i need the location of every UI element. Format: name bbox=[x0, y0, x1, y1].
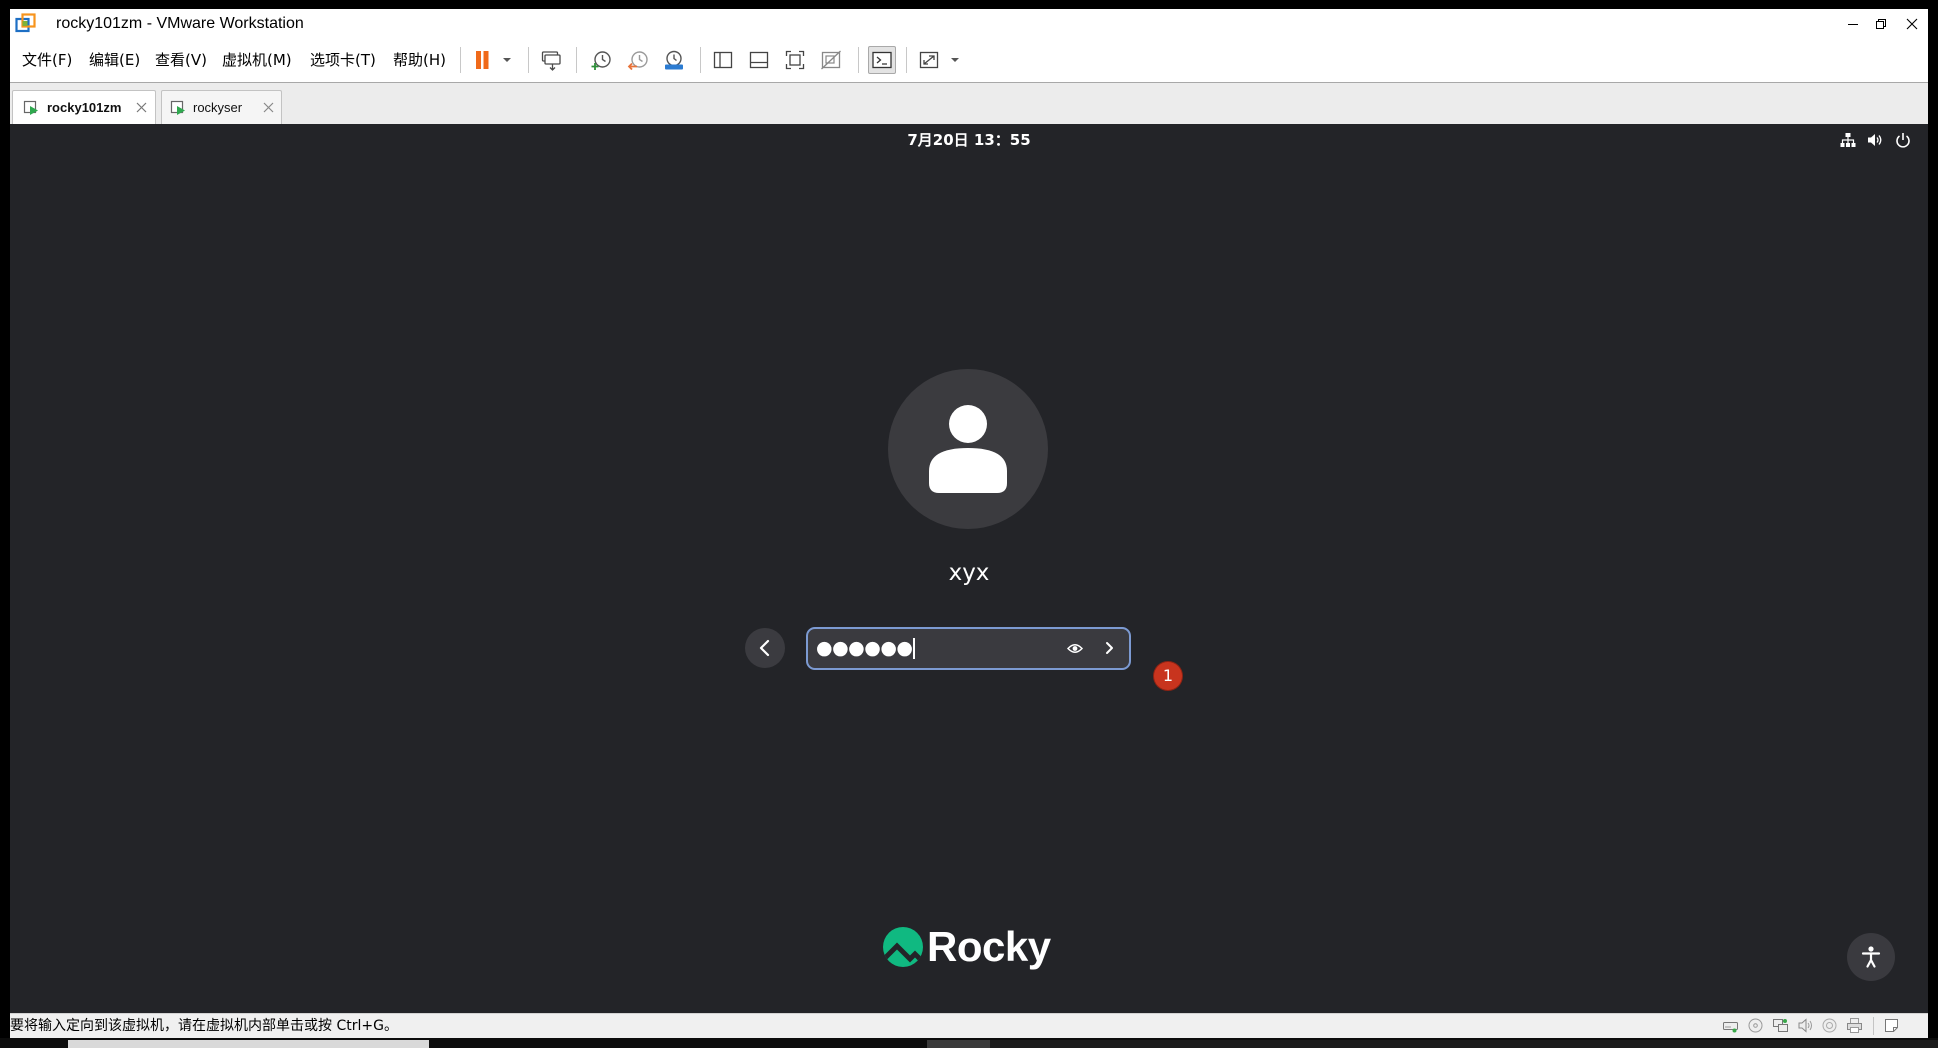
guest-clock: 7月20日 13：55 bbox=[907, 131, 1031, 149]
snapshot-manager-icon bbox=[665, 50, 683, 70]
network-adapter-icon[interactable] bbox=[1772, 1017, 1789, 1034]
full-screen-button[interactable] bbox=[784, 49, 806, 71]
taskbar-segment bbox=[990, 1040, 1938, 1048]
menu-vm[interactable]: 虚拟机(M) bbox=[222, 38, 292, 82]
taskbar-segment bbox=[68, 1040, 429, 1048]
unity-button[interactable] bbox=[820, 49, 842, 71]
minimize-icon bbox=[1848, 24, 1858, 25]
toolbar-separator bbox=[858, 47, 859, 73]
status-bar: 要将输入定向到该虚拟机，请在虚拟机内部单击或按 Ctrl+G。 bbox=[10, 1013, 1928, 1038]
revert-snapshot-icon bbox=[627, 51, 648, 71]
show-library-icon bbox=[713, 51, 733, 69]
rocky-logo: Rocky bbox=[882, 924, 1051, 969]
console-view-button[interactable] bbox=[868, 46, 896, 74]
status-separator bbox=[1873, 1017, 1874, 1035]
tab-close-button[interactable] bbox=[136, 102, 147, 113]
title-bar: rocky101zm - VMware Workstation bbox=[10, 9, 1928, 38]
vm-console-screen[interactable]: 7月20日 13：55 xyx ●●●●●● 1 Rocky bbox=[10, 124, 1928, 1013]
minimize-button[interactable] bbox=[1846, 17, 1860, 31]
toolbar-separator bbox=[700, 47, 701, 73]
notification-badge: 1 bbox=[1154, 662, 1182, 690]
close-button[interactable] bbox=[1905, 17, 1919, 31]
username: xyx bbox=[948, 560, 990, 586]
snapshot-manager-button[interactable] bbox=[663, 49, 685, 71]
window-title: rocky101zm - VMware Workstation bbox=[56, 15, 304, 32]
show-thumbnail-bar-button[interactable] bbox=[748, 49, 770, 71]
close-icon bbox=[136, 102, 147, 113]
show-password-icon[interactable] bbox=[1067, 642, 1083, 655]
close-icon bbox=[263, 102, 274, 113]
revert-snapshot-button[interactable] bbox=[627, 49, 649, 71]
sound-card-icon[interactable] bbox=[1797, 1017, 1814, 1034]
message-log-icon[interactable] bbox=[1883, 1017, 1900, 1034]
toolbar-separator bbox=[906, 47, 907, 73]
restore-button[interactable] bbox=[1874, 17, 1888, 31]
network-icon[interactable] bbox=[1840, 132, 1856, 148]
close-icon bbox=[1906, 18, 1918, 30]
toolbar-separator bbox=[576, 47, 577, 73]
printer-icon[interactable] bbox=[1846, 1017, 1863, 1034]
back-button[interactable] bbox=[745, 628, 785, 668]
send-ctrl-alt-del-icon bbox=[541, 51, 561, 71]
stretch-guest-button[interactable] bbox=[918, 49, 940, 71]
menu-help[interactable]: 帮助(H) bbox=[393, 38, 446, 82]
dropdown-arrow-icon bbox=[503, 58, 511, 62]
submit-arrow-icon[interactable] bbox=[1101, 640, 1117, 656]
rocky-logo-icon bbox=[883, 926, 923, 967]
menu-view[interactable]: 查看(V) bbox=[155, 38, 207, 82]
take-snapshot-icon bbox=[591, 51, 611, 70]
tab-bar: rocky101zm rockyser bbox=[10, 83, 1928, 124]
stretch-dropdown-button[interactable] bbox=[948, 49, 962, 71]
show-library-button[interactable] bbox=[712, 49, 734, 71]
accessibility-icon bbox=[1861, 946, 1881, 968]
dropdown-arrow-icon bbox=[951, 58, 959, 62]
menu-edit[interactable]: 编辑(E) bbox=[89, 38, 140, 82]
tab-rockyser[interactable]: rockyser bbox=[161, 90, 282, 124]
password-input[interactable]: ●●●●●● bbox=[806, 627, 1131, 670]
status-message: 要将输入定向到该虚拟机，请在虚拟机内部单击或按 Ctrl+G。 bbox=[10, 1018, 398, 1034]
brand-name: Rocky bbox=[927, 923, 1051, 970]
restore-icon bbox=[1876, 19, 1886, 29]
tab-close-button[interactable] bbox=[263, 102, 274, 113]
console-view-icon bbox=[872, 51, 892, 69]
tab-label: rockyser bbox=[193, 100, 243, 115]
taskbar-strip bbox=[0, 1038, 1938, 1048]
password-text: ●●●●●● bbox=[816, 629, 916, 668]
menu-file[interactable]: 文件(F) bbox=[22, 38, 72, 82]
usb-controller-icon[interactable] bbox=[1821, 1017, 1838, 1034]
password-dots: ●●●●●● bbox=[816, 637, 913, 659]
hard-disk-icon[interactable] bbox=[1722, 1017, 1739, 1034]
unity-icon bbox=[821, 50, 841, 70]
tab-label: rocky101zm bbox=[47, 100, 122, 115]
cd-dvd-icon[interactable] bbox=[1747, 1017, 1764, 1034]
volume-icon[interactable] bbox=[1867, 132, 1883, 148]
power-dropdown-button[interactable] bbox=[500, 49, 514, 71]
power-pause-button[interactable] bbox=[471, 49, 493, 71]
vmware-window: rocky101zm - VMware Workstation 文件(F) 编辑… bbox=[10, 9, 1928, 1038]
text-cursor bbox=[913, 638, 916, 659]
menu-tabs[interactable]: 选项卡(T) bbox=[310, 38, 376, 82]
full-screen-icon bbox=[785, 50, 805, 70]
user-icon bbox=[929, 405, 1007, 493]
toolbar-separator bbox=[460, 47, 461, 73]
chevron-left-icon bbox=[759, 639, 770, 657]
vm-tab-icon bbox=[170, 100, 186, 116]
vmware-app-icon bbox=[15, 13, 36, 34]
send-ctrl-alt-del-button[interactable] bbox=[540, 49, 562, 71]
pause-icon bbox=[476, 51, 489, 69]
take-snapshot-button[interactable] bbox=[590, 49, 612, 71]
accessibility-button[interactable] bbox=[1847, 933, 1895, 981]
vm-tab-icon bbox=[23, 100, 39, 116]
toolbar-separator bbox=[528, 47, 529, 73]
show-thumbnail-bar-icon bbox=[749, 51, 769, 69]
taskbar-segment bbox=[927, 1040, 990, 1048]
menu-toolbar: 文件(F) 编辑(E) 查看(V) 虚拟机(M) 选项卡(T) 帮助(H) bbox=[10, 38, 1928, 83]
power-icon[interactable] bbox=[1895, 132, 1911, 148]
user-avatar bbox=[888, 369, 1048, 529]
stretch-guest-icon bbox=[919, 51, 939, 69]
tab-rocky101zm[interactable]: rocky101zm bbox=[12, 90, 156, 124]
